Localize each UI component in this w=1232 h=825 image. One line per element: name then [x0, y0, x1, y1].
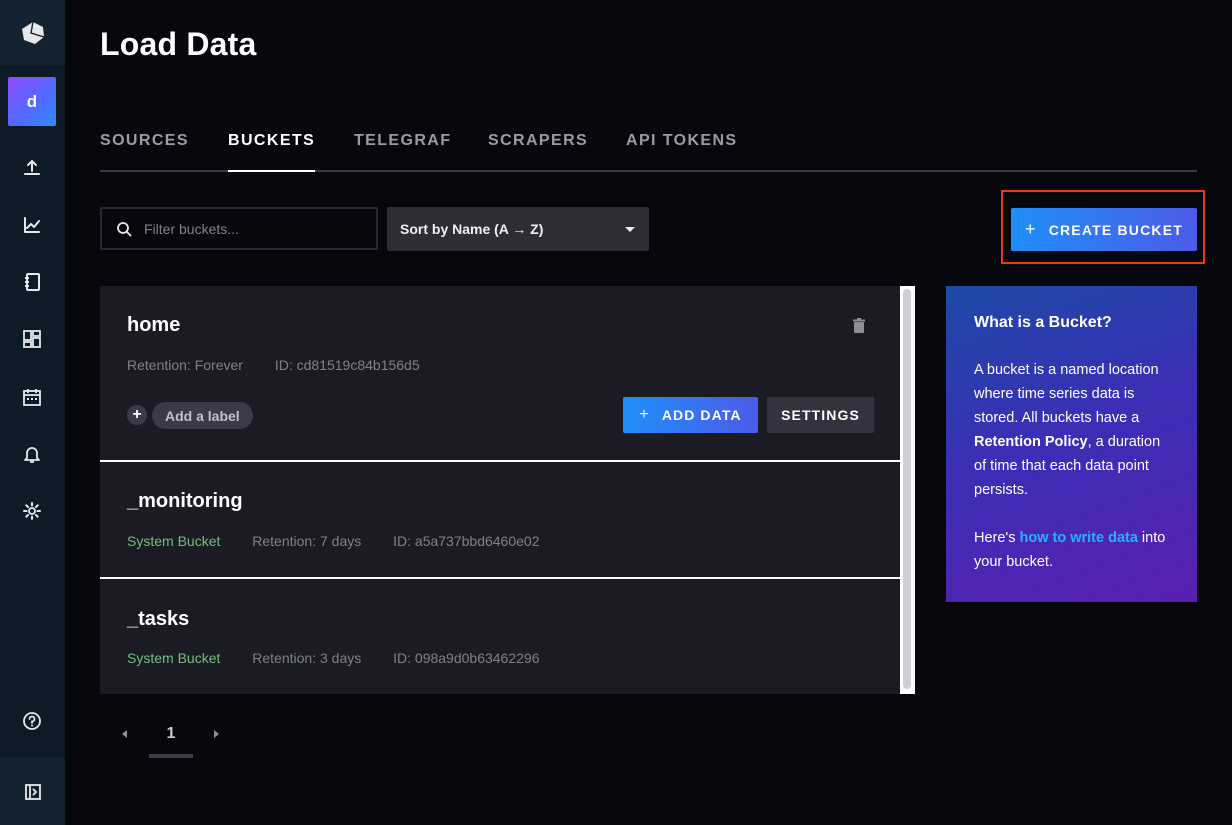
create-bucket-button[interactable]: + CREATE BUCKET — [1011, 208, 1197, 251]
info-paragraph-write: Here's how to write data into your bucke… — [974, 530, 1166, 570]
gear-icon[interactable] — [17, 496, 47, 526]
chevron-left-icon[interactable] — [122, 730, 127, 738]
sort-dropdown[interactable]: Sort by Name (A → Z) — [387, 207, 649, 251]
bucket-name[interactable]: home — [127, 314, 180, 337]
tab-telegraf[interactable]: TELEGRAF — [354, 132, 451, 172]
tab-bar: SOURCES BUCKETS TELEGRAF SCRAPERS API TO… — [100, 120, 1197, 172]
avatar[interactable]: d — [8, 77, 56, 126]
bucket-card-tasks: _tasks System Bucket Retention: 3 days I… — [100, 579, 900, 694]
tab-api-tokens[interactable]: API TOKENS — [626, 132, 738, 172]
bucket-id: ID: a5a737bbd6460e02 — [393, 533, 540, 549]
calendar-icon[interactable] — [17, 382, 47, 412]
page-title: Load Data — [100, 26, 257, 62]
system-bucket-badge: System Bucket — [127, 650, 221, 666]
bucket-info-panel: What is a Bucket? A bucket is a named lo… — [946, 286, 1197, 602]
influx-logo-icon[interactable] — [0, 0, 65, 65]
bucket-name[interactable]: _tasks — [127, 608, 189, 631]
pagination: 1 — [110, 718, 230, 758]
plus-icon: + — [1024, 219, 1037, 239]
chevron-right-icon[interactable] — [214, 730, 219, 738]
system-bucket-badge: System Bucket — [127, 533, 221, 549]
upload-icon[interactable] — [17, 153, 47, 183]
settings-button[interactable]: SETTINGS — [767, 397, 874, 433]
tab-buckets[interactable]: BUCKETS — [228, 132, 316, 172]
dashboard-icon[interactable] — [17, 324, 47, 354]
bucket-id: ID: cd81519c84b156d5 — [274, 357, 420, 373]
bucket-retention: Retention: 3 days — [252, 650, 362, 666]
sort-label: Sort by Name (A → Z) — [400, 221, 544, 237]
create-bucket-highlight: + CREATE BUCKET — [1001, 190, 1205, 264]
bell-icon[interactable] — [17, 439, 47, 469]
bucket-id: ID: 098a9d0b63462296 — [393, 650, 540, 666]
search-input[interactable] — [144, 220, 354, 237]
chevron-down-icon — [625, 226, 635, 232]
scrollbar[interactable] — [903, 289, 911, 689]
add-label-button[interactable]: Add a label — [152, 402, 253, 429]
tab-scrapers[interactable]: SCRAPERS — [488, 132, 588, 172]
add-label-plus-icon[interactable]: + — [127, 405, 147, 425]
create-bucket-label: CREATE BUCKET — [1048, 221, 1184, 238]
bucket-meta: System Bucket Retention: 7 days ID: a5a7… — [127, 533, 567, 549]
write-data-link[interactable]: how to write data — [1019, 530, 1137, 546]
search-field — [100, 207, 378, 250]
bucket-name[interactable]: _monitoring — [127, 490, 243, 513]
help-icon[interactable] — [17, 706, 47, 736]
bucket-retention: Retention: 7 days — [252, 533, 362, 549]
trash-icon[interactable] — [852, 318, 866, 334]
info-title: What is a Bucket? — [974, 314, 1112, 331]
graph-icon[interactable] — [17, 210, 47, 240]
tab-sources[interactable]: SOURCES — [100, 132, 189, 172]
page-number[interactable]: 1 — [149, 718, 193, 758]
bucket-meta: Retention: Forever ID: cd81519c84b156d5 — [127, 357, 448, 373]
plus-icon: + — [639, 406, 650, 423]
bucket-meta: System Bucket Retention: 3 days ID: 098a… — [127, 650, 567, 666]
notebook-icon[interactable] — [17, 267, 47, 297]
add-data-label: ADD DATA — [661, 407, 742, 423]
info-paragraph: A bucket is a named location where time … — [974, 362, 1161, 498]
bucket-card-monitoring: _monitoring System Bucket Retention: 7 d… — [100, 462, 900, 577]
bucket-list: home Retention: Forever ID: cd81519c84b1… — [100, 286, 915, 694]
collapse-icon[interactable] — [0, 758, 65, 825]
bucket-card-home: home Retention: Forever ID: cd81519c84b1… — [100, 286, 900, 460]
add-data-button[interactable]: + ADD DATA — [623, 397, 758, 433]
search-icon — [117, 221, 132, 236]
sidebar: d — [0, 0, 65, 825]
bucket-retention: Retention: Forever — [127, 357, 243, 373]
